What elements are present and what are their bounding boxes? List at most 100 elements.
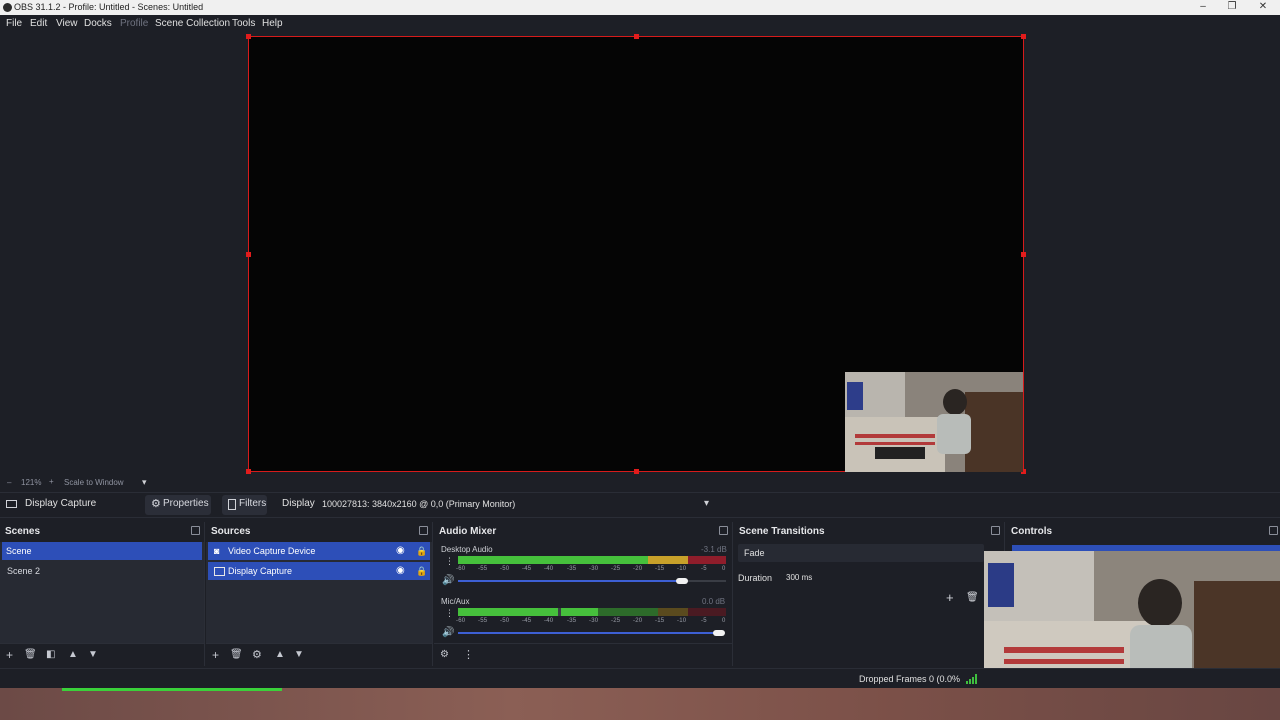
preview-zoom-bar: – 121% + Scale to Window ▾: [0, 476, 1280, 490]
menu-tools[interactable]: Tools: [232, 18, 255, 29]
scale-mode[interactable]: Scale to Window: [64, 478, 124, 487]
selected-source-name: Display Capture: [25, 498, 97, 509]
dock-float-icon[interactable]: [419, 526, 428, 535]
volume-slider-fill: [458, 580, 684, 582]
volume-slider-knob[interactable]: [676, 578, 688, 584]
menu-scene-collection[interactable]: Scene Collection: [155, 18, 230, 29]
sources-list: ◙ Video Capture Device ◉ 🔒 Display Captu…: [206, 542, 432, 666]
dock-float-icon[interactable]: [991, 526, 1000, 535]
mixer-channels: Desktop Audio -3.1 dB ⋮ -60 -55 -50 -45 …: [434, 542, 732, 666]
transition-select[interactable]: Fade: [738, 544, 984, 562]
mixer-toolbar: ⚙ ⋮: [434, 643, 732, 666]
lock-icon[interactable]: 🔒: [416, 562, 427, 580]
eye-icon[interactable]: ◉: [396, 562, 405, 580]
menu-help[interactable]: Help: [262, 18, 283, 29]
source-item[interactable]: ◙ Video Capture Device ◉ 🔒: [208, 542, 430, 560]
audio-mixer-dock: Audio Mixer Desktop Audio -3.1 dB ⋮ -60 …: [434, 522, 733, 666]
display-select-value: 100027813: 3840x2160 @ 0,0 (Primary Moni…: [322, 499, 516, 509]
resize-handle[interactable]: [246, 34, 251, 39]
dropped-frames: Dropped Frames 0 (0.0%: [859, 674, 961, 684]
menu-view[interactable]: View: [56, 18, 78, 29]
properties-label: Properties: [163, 498, 209, 509]
duration-field[interactable]: 300 ms: [782, 568, 982, 586]
scenes-dock: Scenes Scene Scene 2 + 🗑 ◧ ▲ ▼: [0, 522, 205, 666]
channel-name: Mic/Aux: [441, 597, 470, 606]
camera-icon: ◙: [214, 546, 220, 556]
add-scene-button[interactable]: +: [6, 648, 13, 662]
gear-icon[interactable]: ⚙: [252, 648, 262, 662]
resize-handle[interactable]: [1021, 252, 1026, 257]
resize-handle[interactable]: [246, 252, 251, 257]
display-label: Display: [282, 498, 315, 509]
duration-value: 300 ms: [786, 573, 813, 582]
add-transition-button[interactable]: +: [946, 590, 954, 605]
source-item[interactable]: Display Capture ◉ 🔒: [208, 562, 430, 580]
properties-button[interactable]: ⚙ Properties: [145, 495, 211, 515]
menu-docks[interactable]: Docks: [84, 18, 112, 29]
scenes-dock-title: Scenes: [5, 526, 41, 537]
move-down-icon[interactable]: ▼: [88, 648, 98, 662]
progress-bar: [62, 688, 282, 691]
trash-icon[interactable]: 🗑: [24, 648, 37, 662]
minimize-icon[interactable]: –: [1196, 1, 1210, 13]
advanced-audio-icon[interactable]: ⚙: [440, 648, 449, 662]
menu-profile[interactable]: Profile: [120, 18, 148, 29]
trash-icon[interactable]: 🗑: [966, 592, 979, 603]
speaker-icon[interactable]: 🔊: [442, 575, 454, 586]
resize-handle[interactable]: [634, 469, 639, 474]
add-source-button[interactable]: +: [212, 648, 219, 662]
duration-label: Duration: [738, 573, 773, 583]
audio-level-meter: [458, 556, 726, 564]
resize-handle[interactable]: [1021, 34, 1026, 39]
lock-icon[interactable]: 🔒: [416, 542, 427, 560]
kebab-menu-icon[interactable]: ⋮: [445, 608, 454, 619]
desktop-background-strip: [0, 688, 1280, 720]
volume-slider-knob[interactable]: [713, 630, 725, 636]
trash-icon[interactable]: 🗑: [230, 648, 243, 662]
restore-icon[interactable]: ❐: [1225, 1, 1239, 13]
move-up-icon[interactable]: ▲: [68, 648, 78, 662]
scene-item[interactable]: Scene 2: [2, 562, 202, 580]
eye-icon[interactable]: ◉: [396, 542, 405, 560]
zoom-in-button[interactable]: +: [49, 477, 54, 486]
monitor-icon: [6, 500, 17, 508]
scenes-toolbar: + 🗑 ◧ ▲ ▼: [0, 643, 204, 666]
kebab-menu-icon[interactable]: ⋮: [445, 556, 454, 567]
close-icon[interactable]: ✕: [1256, 1, 1270, 13]
zoom-out-button[interactable]: –: [7, 478, 11, 487]
resize-handle[interactable]: [246, 469, 251, 474]
display-select[interactable]: 100027813: 3840x2160 @ 0,0 (Primary Moni…: [316, 496, 716, 514]
status-bar: Dropped Frames 0 (0.0%: [0, 668, 1280, 689]
filter-icon[interactable]: ◧: [46, 648, 55, 662]
kebab-menu-icon[interactable]: ⋮: [463, 648, 474, 662]
filters-button[interactable]: Filters: [222, 495, 267, 515]
channel-name: Desktop Audio: [441, 545, 493, 554]
menu-bar: File Edit View Docks Profile Scene Colle…: [0, 15, 1280, 32]
scene-item[interactable]: Scene: [2, 542, 202, 560]
signal-strength-icon: [966, 674, 977, 684]
move-down-icon[interactable]: ▼: [294, 648, 304, 662]
menu-edit[interactable]: Edit: [30, 18, 47, 29]
speaker-icon[interactable]: 🔊: [442, 627, 454, 638]
webcam-preview-source[interactable]: [845, 372, 1023, 472]
dock-float-icon[interactable]: [719, 526, 728, 535]
move-up-icon[interactable]: ▲: [275, 648, 285, 662]
scene-transitions-dock: Scene Transitions Fade Duration 300 ms +…: [734, 522, 1005, 666]
filter-icon: [228, 499, 236, 510]
resize-handle[interactable]: [634, 34, 639, 39]
dock-float-icon[interactable]: [191, 526, 200, 535]
chevron-down-icon[interactable]: ▾: [142, 477, 147, 488]
window-title: OBS 31.1.2 - Profile: Untitled - Scenes:…: [14, 2, 204, 12]
menu-file[interactable]: File: [6, 18, 22, 29]
scene-transitions-title: Scene Transitions: [739, 526, 825, 537]
audio-mixer-title: Audio Mixer: [439, 526, 497, 537]
monitor-icon: [214, 567, 225, 576]
title-bar: OBS 31.1.2 - Profile: Untitled - Scenes:…: [0, 0, 1280, 15]
source-item-label: Video Capture Device: [228, 546, 316, 556]
channel-db: 0.0 dB: [702, 597, 726, 606]
filters-label: Filters: [239, 498, 267, 509]
webcam-scene-image: [845, 372, 1023, 472]
volume-slider-fill: [458, 632, 720, 634]
source-toolbar: Display Capture ⚙ Properties Filters Dis…: [0, 492, 1280, 518]
dock-float-icon[interactable]: [1269, 526, 1278, 535]
